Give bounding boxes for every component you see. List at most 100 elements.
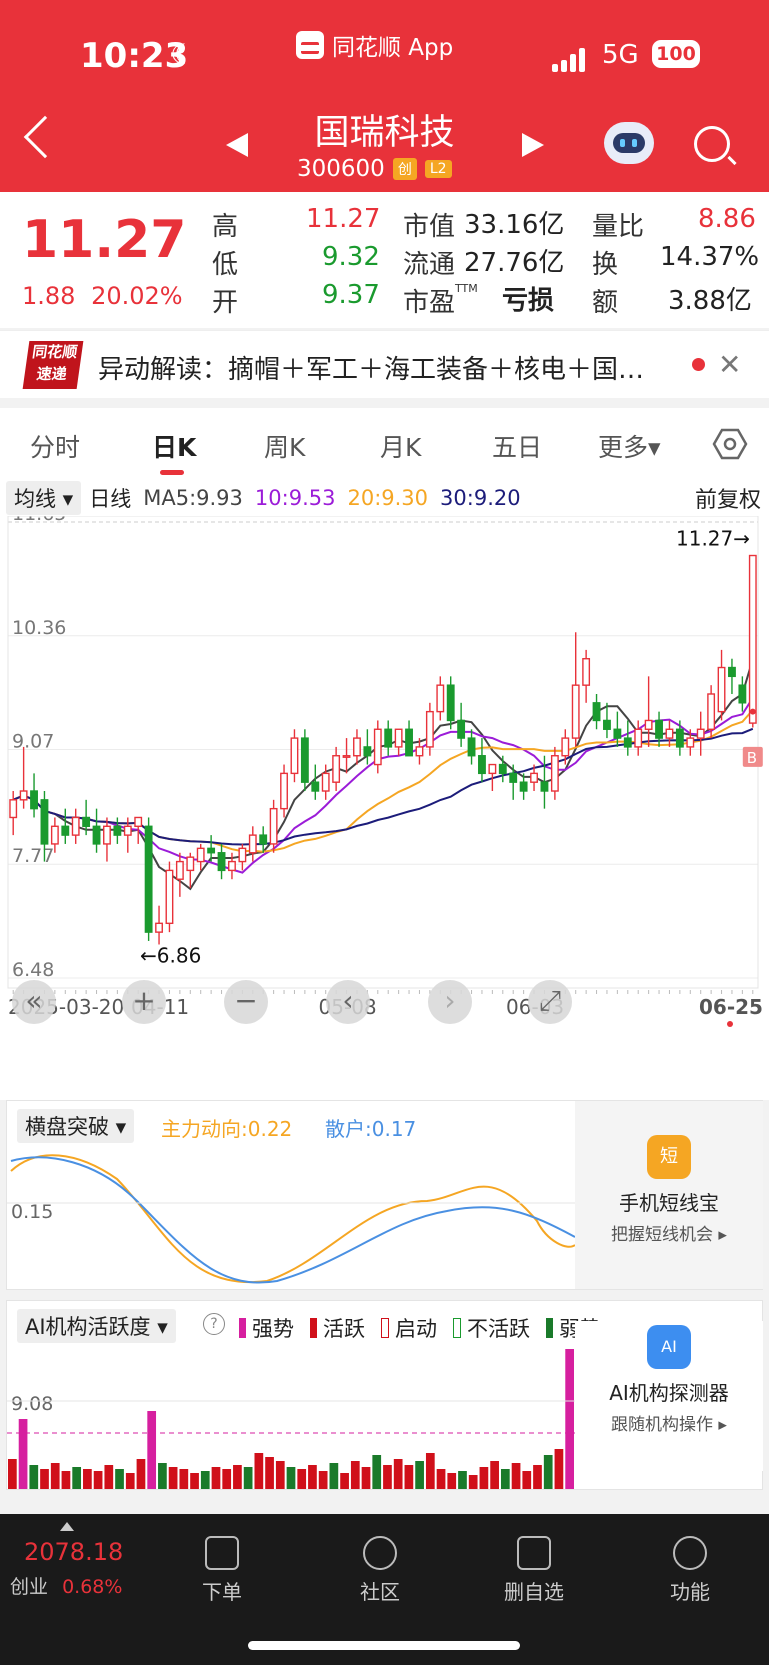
candle-body (207, 847, 216, 854)
candle-body (290, 737, 299, 775)
ma5-value: MA5:9.93 (143, 486, 243, 510)
tab-five-day[interactable]: 五日 (492, 428, 542, 464)
ai-activity-bar (500, 1469, 510, 1489)
tab-daily[interactable]: 日K (152, 428, 196, 464)
settings-icon[interactable] (712, 426, 748, 462)
candle-body (248, 834, 257, 854)
ai-activity-bar (350, 1461, 360, 1489)
candle-body (40, 799, 49, 845)
news-text[interactable]: 异动解读：摘帽＋军工＋海工装备＋核电＋国… (98, 349, 668, 386)
last-point-dot (749, 708, 756, 715)
open-value: 9.37 (322, 280, 380, 310)
nav-community[interactable]: 社区 (340, 1526, 420, 1605)
candle-body (540, 781, 549, 792)
candle-body (530, 772, 538, 783)
candle-body (311, 781, 320, 792)
index-value[interactable]: 2078.18 (24, 1538, 123, 1566)
candle-body (165, 869, 174, 925)
tab-more[interactable]: 更多▾ (598, 428, 661, 464)
candle-body (321, 772, 330, 792)
vr-label: 量比 (592, 212, 645, 242)
candle-body (571, 684, 580, 739)
candle-body (19, 790, 28, 801)
promo-title: 手机短线宝 (619, 1191, 719, 1215)
candle-body (425, 710, 434, 748)
level2-tag: L2 (424, 160, 452, 178)
index-row[interactable]: 创业 0.68% (10, 1572, 122, 1599)
buy-marker-label: B (747, 749, 757, 767)
tab-intraday[interactable]: 分时 (30, 428, 80, 464)
candle-body (363, 746, 372, 757)
legend-swatch-active (310, 1318, 317, 1338)
ai-activity-bar (447, 1473, 457, 1489)
turnover-value: 14.37% (660, 242, 760, 272)
candle-body (196, 847, 205, 863)
candle-body (592, 702, 601, 722)
candle-body (217, 852, 226, 872)
close-icon[interactable]: ✕ (718, 348, 741, 381)
low-price-label: ←6.86 (140, 943, 201, 967)
nav-remove-watchlist[interactable]: 删自选 (494, 1526, 574, 1605)
zoom-in-button[interactable]: + (122, 980, 166, 1024)
candle-body (717, 666, 726, 713)
fast-back-button[interactable]: « (12, 980, 56, 1024)
indicator-chart (7, 1154, 575, 1284)
ai-activity-bar (18, 1419, 28, 1489)
candle-body (509, 772, 518, 783)
vr-value: 8.86 (698, 204, 756, 234)
ai-selector[interactable]: AI机构活跃度 ▾ (17, 1309, 176, 1343)
ai-activity-bar (297, 1469, 307, 1489)
candle-body (259, 834, 268, 845)
nav-order[interactable]: 下单 (182, 1526, 262, 1605)
candle-body (613, 728, 622, 739)
battery-indicator: 100 (652, 40, 700, 68)
legend-swatch-inactive (453, 1318, 461, 1338)
zoom-out-button[interactable]: − (224, 980, 268, 1024)
ai-activity-bar (554, 1449, 564, 1489)
float-value: 27.76亿 (464, 248, 565, 278)
ai-activity-panel: AI机构活跃度 ▾ ? 强势 活跃 启动 不活跃 弱势 9.08 AI AI机构… (6, 1300, 763, 1490)
tab-weekly[interactable]: 周K (264, 428, 305, 464)
scroll-right-button[interactable]: › (428, 980, 472, 1024)
fullscreen-button[interactable]: ⤢ (528, 980, 572, 1024)
candle-body (405, 728, 413, 757)
candle-body (9, 799, 18, 819)
ai-activity-bar (415, 1461, 424, 1489)
short-term-promo[interactable]: 短 手机短线宝 把握短线机会 ▸ (575, 1101, 763, 1289)
help-icon[interactable]: ? (203, 1313, 225, 1335)
ma5-line (12, 658, 754, 891)
price-change: 1.88 20.02% (22, 282, 183, 310)
news-banner[interactable]: 同花顺 速递 异动解读：摘帽＋军工＋海工装备＋核电＋国… (0, 330, 769, 398)
scroll-left-button[interactable]: ‹ (326, 980, 370, 1024)
ai-bar-chart (7, 1349, 575, 1489)
ma-selector[interactable]: 均线 ▾ (6, 481, 82, 515)
stock-name: 国瑞科技 (314, 113, 455, 153)
home-indicator (248, 1641, 520, 1650)
candle-body (675, 728, 684, 748)
candle-body (103, 825, 111, 845)
indicator-selector[interactable]: 横盘突破 ▾ (17, 1109, 135, 1143)
ai-activity-bar (254, 1453, 264, 1489)
candle-body (134, 816, 143, 827)
next-stock-icon[interactable] (522, 133, 544, 157)
ai-detector-promo[interactable]: AI AI机构探测器 跟随机构操作 ▸ (575, 1321, 763, 1471)
app-logo-icon (296, 31, 324, 59)
ai-activity-bar (190, 1473, 199, 1489)
candle-body (186, 856, 195, 872)
ma10-value: 10:9.53 (254, 486, 336, 510)
candle-body (519, 781, 528, 792)
tab-monthly[interactable]: 月K (380, 428, 421, 464)
ai-activity-bar (329, 1463, 339, 1489)
candle-body (665, 728, 674, 739)
search-icon[interactable] (694, 126, 730, 162)
candle-body (582, 658, 591, 686)
nav-functions[interactable]: 功能 (650, 1526, 730, 1605)
pe-value: 亏损 (502, 286, 555, 316)
candle-body (644, 719, 653, 730)
candle-body (728, 666, 736, 678)
robot-assistant-icon[interactable] (604, 122, 654, 164)
candle-body (144, 825, 153, 933)
ai-activity-bar (372, 1455, 382, 1489)
adjust-mode[interactable]: 前复权 (695, 482, 761, 514)
mcap-value: 33.16亿 (464, 210, 565, 240)
